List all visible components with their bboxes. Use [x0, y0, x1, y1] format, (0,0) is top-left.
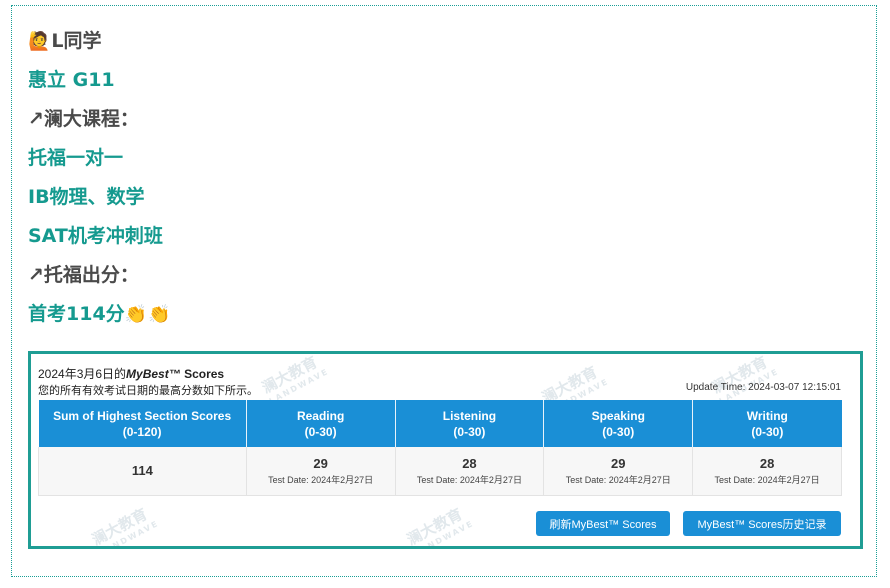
reading-score: 29: [313, 455, 328, 471]
total-score-cell: 114: [38, 447, 247, 496]
mybest-scores-card: 澜大教育 LANDWAVE 澜大教育 LANDWAVE 澜大教育 LANDWAVE 澜…: [28, 351, 863, 549]
student-name: L同学: [51, 30, 102, 52]
watermark-logo: 澜大教育LANDWAVE: [403, 504, 476, 549]
listening-score-cell: 28 Test Date: 2024年2月27日: [395, 447, 545, 496]
table-header-row: Sum of Highest Section Scores (0-120) Rea…: [38, 400, 842, 447]
speaking-score: 29: [611, 455, 626, 471]
header-reading: Reading (0-30): [246, 400, 396, 447]
watermark-logo: 澜大教育LANDWAVE: [258, 352, 331, 406]
clapping-hands-icon: 👏: [148, 304, 171, 325]
reading-test-date: Test Date: 2024年2月27日: [268, 474, 374, 485]
header-total: Sum of Highest Section Scores (0-120): [38, 400, 247, 447]
refresh-mybest-button[interactable]: 刷新MyBest™ Scores: [536, 511, 670, 536]
header-speaking: Speaking (0-30): [543, 400, 694, 447]
table-row: 114 29 Test Date: 2024年2月27日 28 Test Date:…: [38, 447, 842, 496]
courses-label: 澜大课程：: [43, 108, 139, 130]
update-time: Update Time: 2024-03-07 12:15:01: [685, 382, 841, 393]
course-item: 托福一对一: [28, 147, 124, 169]
courses-label-line: ↗澜大课程：: [28, 107, 139, 131]
student-line: 🙋L同学: [28, 29, 102, 54]
course-item: IB物理、数学: [28, 186, 145, 208]
title-suffix: Scores: [180, 367, 225, 381]
school-line: 惠立 G11: [28, 69, 115, 91]
result-label: 托福出分：: [43, 264, 139, 286]
arrow-icon: ↗: [28, 108, 44, 130]
writing-score-cell: 28 Test Date: 2024年2月27日: [692, 447, 842, 496]
card-title: 2024年3月6日的MyBest™ Scores: [38, 365, 224, 382]
watermark-logo: 澜大教育LANDWAVE: [708, 352, 781, 406]
raising-hand-icon: 🙋: [28, 31, 51, 52]
mybest-history-button[interactable]: MyBest™ Scores历史记录: [683, 511, 841, 536]
result-line: 首考114分👏👏: [28, 302, 172, 327]
header-writing: Writing (0-30): [692, 400, 842, 447]
result-label-line: ↗托福出分：: [28, 263, 139, 287]
clapping-hands-icon: 👏: [124, 304, 148, 325]
listening-score: 28: [462, 455, 477, 471]
header-listening: Listening (0-30): [395, 400, 545, 447]
speaking-test-date: Test Date: 2024年2月27日: [565, 474, 671, 485]
total-score: 114: [131, 463, 153, 479]
result-text: 首考114分: [28, 303, 125, 325]
speaking-score-cell: 29 Test Date: 2024年2月27日: [543, 447, 694, 496]
course-item: SAT机考冲刺班: [28, 225, 163, 247]
card-subtitle: 您的所有有效考试日期的最高分数如下所示。: [38, 385, 258, 397]
listening-test-date: Test Date: 2024年2月27日: [416, 474, 522, 485]
writing-test-date: Test Date: 2024年2月27日: [714, 474, 820, 485]
title-date: 2024年3月6日的: [38, 367, 127, 381]
title-brand: MyBest™: [126, 367, 181, 381]
watermark-logo: 澜大教育LANDWAVE: [88, 504, 161, 549]
arrow-icon: ↗: [28, 264, 44, 286]
reading-score-cell: 29 Test Date: 2024年2月27日: [246, 447, 396, 496]
scores-table: Sum of Highest Section Scores (0-120) Rea…: [38, 400, 842, 496]
writing-score: 28: [759, 455, 775, 471]
